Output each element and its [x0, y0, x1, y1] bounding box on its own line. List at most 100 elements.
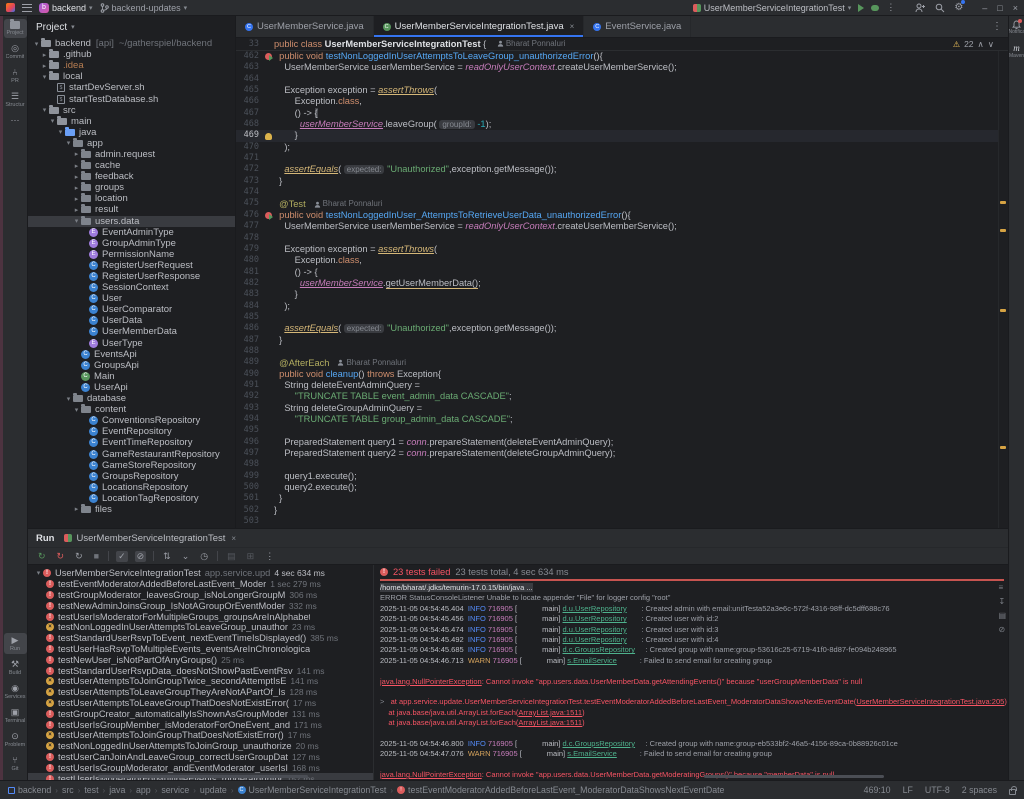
toolbar-button-terminal[interactable]: ▣Terminal	[4, 705, 27, 726]
toolbar-button-problem[interactable]: ⊙Problem	[4, 729, 27, 750]
tree-item[interactable]: CUserData	[28, 315, 235, 326]
code-with-me-icon[interactable]	[915, 3, 926, 13]
code-line[interactable]: 478	[236, 233, 998, 244]
chevron-down-icon[interactable]: ▾	[64, 139, 73, 147]
test-item[interactable]: !testUserHasRsvpToMultipleEvents_eventsA…	[28, 644, 373, 655]
caret-position-widget[interactable]: 469:10	[864, 785, 891, 795]
stack-trace-link[interactable]: java.lang.NullPointerException	[380, 677, 482, 686]
code-line[interactable]: 477 UserMemberService userMemberService …	[236, 221, 998, 232]
run-configuration-widget[interactable]: UserMemberServiceIntegrationTest▾	[693, 3, 852, 13]
settings-button[interactable]: ⚙	[954, 2, 963, 13]
chevron-down-icon[interactable]: ▾	[72, 406, 81, 414]
tree-item[interactable]: CSessionContext	[28, 282, 235, 293]
code-line[interactable]: 499 query1.execute();	[236, 471, 998, 482]
chevron-right-icon[interactable]: ▸	[72, 206, 81, 214]
tree-item[interactable]: ▾users.data	[28, 216, 235, 227]
indent-widget[interactable]: 2 spaces	[962, 785, 997, 795]
warning-stripe-mark[interactable]	[1000, 309, 1006, 312]
more-options-icon[interactable]: ⋮	[263, 551, 276, 562]
search-icon[interactable]	[935, 3, 945, 13]
project-widget[interactable]: b backend▾	[39, 3, 93, 13]
test-item[interactable]: ×testUserAttemptsToLeaveGroupThatDoesNot…	[28, 698, 373, 709]
expand-all-icon[interactable]: ⌄	[180, 551, 192, 562]
code-line[interactable]: 484 );	[236, 301, 998, 312]
tree-item[interactable]: ▾app	[28, 138, 235, 149]
test-item[interactable]: !testStandardUserRsvpData_doesNotShowPas…	[28, 665, 373, 676]
code-line[interactable]: 471	[236, 153, 998, 164]
code-line[interactable]: 502}	[236, 505, 998, 516]
breadcrumb-item[interactable]: src	[62, 785, 74, 795]
chevron-down-icon[interactable]: ▾	[48, 117, 57, 125]
stack-trace-link[interactable]: UserMemberServiceIntegrationTest.java:20…	[856, 697, 1004, 706]
tree-item[interactable]: ▾content	[28, 404, 235, 415]
code-line[interactable]: 464	[236, 74, 998, 85]
code-line[interactable]: 489 @AfterEachBharat Ponnaluri	[236, 357, 998, 368]
code-line[interactable]: 465 Exception exception = assertThrows(	[236, 85, 998, 96]
chevron-right-icon[interactable]: ▸	[72, 195, 81, 203]
clear-console-icon[interactable]: ⊘	[998, 625, 1006, 634]
window-maximize-button[interactable]: □	[997, 3, 1002, 13]
warning-stripe-mark[interactable]	[1000, 229, 1006, 232]
code-line[interactable]: 491 String deleteEventAdminQuery =	[236, 380, 998, 391]
tree-item[interactable]: CGroupsApi	[28, 360, 235, 371]
code-line[interactable]: 468 userMemberService.leaveGroup( groupI…	[236, 119, 998, 130]
breadcrumb-item[interactable]: java	[109, 785, 125, 795]
test-root-item[interactable]: ▾!UserMemberServiceIntegrationTestapp.se…	[28, 568, 373, 579]
error-stripe[interactable]	[998, 51, 1008, 528]
tree-item[interactable]: EPermissionName	[28, 249, 235, 260]
tree-item[interactable]: ▾main	[28, 116, 235, 127]
chevron-right-icon[interactable]: ▸	[40, 51, 49, 59]
export-tests-icon[interactable]: ⊞	[245, 551, 257, 562]
code-line[interactable]: 479 Exception exception = assertThrows(	[236, 244, 998, 255]
test-item[interactable]: ×testNonLoggedInUserAttemptsToJoinGroup_…	[28, 741, 373, 752]
intention-bulb-icon[interactable]	[265, 133, 272, 140]
test-item[interactable]: !testGroupModerator_leavesGroup_isNoLong…	[28, 590, 373, 601]
code-line[interactable]: 473 }	[236, 176, 998, 187]
failed-test-gutter-icon[interactable]	[265, 212, 272, 219]
toolbar-button-more[interactable]: ⋯	[4, 113, 27, 127]
editor-tab[interactable]: CEventService.java	[584, 16, 691, 37]
next-warning-icon[interactable]: ∨	[988, 39, 994, 50]
tree-item[interactable]: ▸result	[28, 204, 235, 215]
run-button[interactable]	[858, 4, 864, 12]
tree-item[interactable]: CLocationsRepository	[28, 482, 235, 493]
chevron-right-icon[interactable]: ▸	[40, 62, 49, 70]
tree-item[interactable]: ▸.github	[28, 49, 235, 60]
code-line[interactable]: 467 () -> {	[236, 108, 998, 119]
stack-trace-link[interactable]: ArrayList.java:1511	[518, 718, 582, 727]
code-line[interactable]: 463 UserMemberService userMemberService …	[236, 62, 998, 73]
close-icon[interactable]: ×	[231, 534, 236, 543]
prev-warning-icon[interactable]: ∧	[978, 39, 984, 50]
chevron-right-icon[interactable]: ▸	[72, 162, 81, 170]
tree-item[interactable]: CEventTimeRepository	[28, 437, 235, 448]
tree-item[interactable]: ▾java	[28, 127, 235, 138]
tree-item[interactable]: CUser	[28, 293, 235, 304]
breadcrumb-item[interactable]: service	[161, 785, 189, 795]
tree-item[interactable]: ▸admin.request	[28, 149, 235, 160]
horizontal-scrollbar[interactable]	[98, 775, 308, 778]
code-line[interactable]: 486 assertEquals( expected: "Unauthorize…	[236, 323, 998, 334]
tree-item[interactable]: ▸feedback	[28, 171, 235, 182]
tree-item[interactable]: $startDevServer.sh	[28, 82, 235, 93]
test-item[interactable]: !testUserCanJoinAndLeaveGroup_correctUse…	[28, 752, 373, 763]
code-line[interactable]: 476 public void testNonLoggedInUser_Atte…	[236, 210, 998, 221]
show-ignored-icon[interactable]: ⊘	[135, 551, 147, 562]
toolbar-button-pr[interactable]: ⑃PR	[4, 65, 27, 86]
tree-item[interactable]: CGameRestaurantRepository	[28, 448, 235, 459]
stack-trace-link[interactable]: java.lang.NullPointerException	[380, 770, 482, 779]
test-item[interactable]: ×testUserAttemptsToJoinGroupTwice_second…	[28, 676, 373, 687]
code-line[interactable]: 493 String deleteGroupAdminQuery =	[236, 403, 998, 414]
toolbar-button-commit[interactable]: ◎Commit	[4, 41, 27, 62]
stack-trace-link[interactable]: ArrayList.java:1511	[518, 708, 582, 717]
test-item[interactable]: ×testUserAttemptsToJoinGroupThatDoesNotE…	[28, 730, 373, 741]
breadcrumb-item[interactable]: CUserMemberServiceIntegrationTest	[238, 785, 387, 795]
chevron-down-icon[interactable]: ▾	[32, 40, 41, 48]
maven-button[interactable]: m Maven	[1009, 43, 1024, 59]
chevron-down-icon[interactable]: ▾	[40, 106, 49, 114]
line-ending-widget[interactable]: LF	[903, 785, 913, 795]
encoding-widget[interactable]: UTF-8	[925, 785, 950, 795]
chevron-down-icon[interactable]: ▾	[56, 128, 65, 136]
readonly-lock-icon[interactable]	[1009, 789, 1016, 795]
code-line[interactable]: 485	[236, 312, 998, 323]
tree-item[interactable]: ▸cache	[28, 160, 235, 171]
